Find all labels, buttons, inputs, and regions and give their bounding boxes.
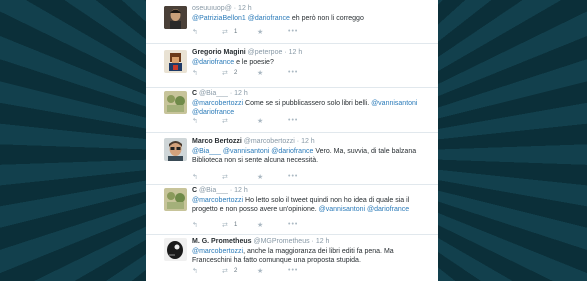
retweet-count: 2 — [234, 70, 238, 76]
tweet-text: @marcobertozzi, anche la maggioranza dei… — [192, 248, 394, 264]
tweet-header: oseuuıuop@ · 12 h — [192, 5, 252, 12]
mention-link[interactable]: @dariofrance — [192, 109, 234, 116]
tweet-time[interactable]: 12 h — [238, 5, 252, 12]
tweet-header: C @Bia___ · 12 h — [192, 187, 248, 194]
tweet-header: C @Bia___ · 12 h — [192, 90, 248, 97]
mention-link[interactable]: @dariofrance — [271, 148, 313, 155]
tweet-text: @marcobertozzi Come se si pubblicassero … — [192, 100, 418, 116]
star-icon[interactable]: ★ — [257, 267, 263, 275]
mention-link[interactable]: @marcobertozzi — [192, 248, 243, 255]
mention-link[interactable]: @vannisantoni — [319, 206, 365, 213]
reply-icon[interactable]: ↰ — [192, 173, 198, 181]
retweet-icon[interactable]: ⇄ — [222, 28, 228, 36]
star-icon[interactable]: ★ — [257, 69, 263, 77]
author-handle[interactable]: oseuuıuop@ — [192, 5, 232, 12]
tweet-header: Marco Bertozzi @marcobertozzi · 12 h — [192, 138, 315, 145]
retweet-icon[interactable]: ⇄ — [222, 117, 228, 125]
author-handle[interactable]: @peterpoe — [248, 49, 283, 56]
tweet-text: @dariofrance e le poesie? — [192, 59, 274, 66]
reply-icon[interactable]: ↰ — [192, 69, 198, 77]
tweet-timeline: oseuuıuop@ · 12 h @PatriziaBellon1 @dari… — [146, 0, 438, 281]
more-icon[interactable]: ••• — [288, 221, 298, 228]
more-icon[interactable]: ••• — [288, 117, 298, 124]
tweet-text: @marcobertozzi Ho letto solo il tweet qu… — [192, 197, 410, 213]
more-icon[interactable]: ••• — [288, 173, 298, 180]
tweet-item[interactable]: Marco Bertozzi @marcobertozzi · 12 h @Bi… — [146, 133, 438, 185]
mention-link[interactable]: @Bia___ — [192, 148, 221, 155]
tweet-time[interactable]: 12 h — [316, 238, 330, 245]
mention-link[interactable]: @marcobertozzi — [192, 197, 243, 204]
avatar[interactable] — [164, 138, 187, 161]
retweet-icon[interactable]: ⇄ — [222, 221, 228, 229]
author-handle[interactable]: @Bia___ — [199, 187, 228, 194]
star-icon[interactable]: ★ — [257, 221, 263, 229]
tweet-text: @Bia___ @vannisantoni @dariofrance Vero.… — [192, 148, 417, 164]
reply-icon[interactable]: ↰ — [192, 267, 198, 275]
more-icon[interactable]: ••• — [288, 28, 298, 35]
retweet-icon[interactable]: ⇄ — [222, 267, 228, 275]
mention-link[interactable]: @dariofrance — [248, 15, 290, 22]
avatar[interactable] — [164, 6, 187, 29]
tweet-time[interactable]: 12 h — [289, 49, 303, 56]
author-name[interactable]: Marco Bertozzi — [192, 138, 242, 145]
reply-icon[interactable]: ↰ — [192, 221, 198, 229]
avatar[interactable] — [164, 91, 187, 114]
tweet-time[interactable]: 12 h — [301, 138, 315, 145]
retweet-count: 1 — [234, 222, 238, 228]
tweet-time[interactable]: 12 h — [234, 90, 248, 97]
tweet-item[interactable]: Gregorio Magini @peterpoe · 12 h @dariof… — [146, 44, 438, 88]
tweet-item[interactable]: oseuuıuop@ · 12 h @PatriziaBellon1 @dari… — [146, 0, 438, 44]
retweet-count: 2 — [234, 268, 238, 274]
tweet-text: @PatriziaBellon1 @dariofrance eh però no… — [192, 15, 364, 22]
tweet-item[interactable]: C @Bia___ · 12 h @marcobertozzi Come se … — [146, 88, 438, 133]
avatar[interactable] — [164, 50, 187, 73]
author-name[interactable]: C — [192, 187, 197, 194]
mention-link[interactable]: @dariofrance — [192, 59, 234, 66]
star-icon[interactable]: ★ — [257, 173, 263, 181]
tweet-item[interactable]: M. G. Prometheus @MGPrometheus · 12 h @m… — [146, 235, 438, 281]
author-handle[interactable]: @MGPrometheus — [253, 238, 309, 245]
mention-link[interactable]: @vannisantoni — [223, 148, 269, 155]
tweet-header: Gregorio Magini @peterpoe · 12 h — [192, 49, 303, 56]
avatar[interactable] — [164, 188, 187, 211]
star-icon[interactable]: ★ — [257, 117, 263, 125]
reply-icon[interactable]: ↰ — [192, 117, 198, 125]
author-name[interactable]: M. G. Prometheus — [192, 238, 252, 245]
tweet-time[interactable]: 12 h — [234, 187, 248, 194]
more-icon[interactable]: ••• — [288, 69, 298, 76]
mention-link[interactable]: @PatriziaBellon1 — [192, 15, 246, 22]
retweet-icon[interactable]: ⇄ — [222, 173, 228, 181]
tweet-item[interactable]: C @Bia___ · 12 h @marcobertozzi Ho letto… — [146, 185, 438, 235]
star-icon[interactable]: ★ — [257, 28, 263, 36]
mention-link[interactable]: @vannisantoni — [371, 100, 417, 107]
retweet-count: 1 — [234, 29, 238, 35]
mention-link[interactable]: @dariofrance — [367, 206, 409, 213]
author-name[interactable]: Gregorio Magini — [192, 49, 246, 56]
avatar[interactable] — [164, 238, 187, 261]
mention-link[interactable]: @marcobertozzi — [192, 100, 243, 107]
more-icon[interactable]: ••• — [288, 267, 298, 274]
author-handle[interactable]: @marcobertozzi — [244, 138, 295, 145]
retweet-icon[interactable]: ⇄ — [222, 69, 228, 77]
author-handle[interactable]: @Bia___ — [199, 90, 228, 97]
tweet-header: M. G. Prometheus @MGPrometheus · 12 h — [192, 238, 330, 245]
author-name[interactable]: C — [192, 90, 197, 97]
reply-icon[interactable]: ↰ — [192, 28, 198, 36]
